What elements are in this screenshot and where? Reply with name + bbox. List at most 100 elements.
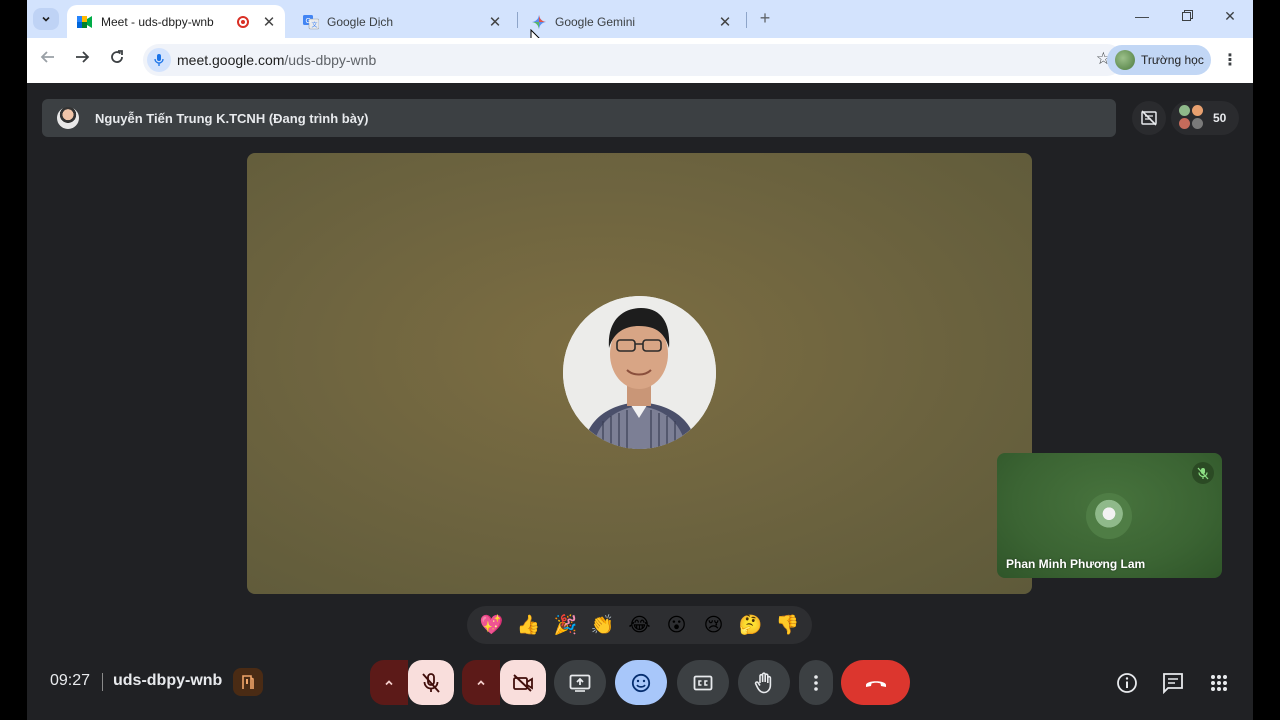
reaction-heart[interactable]: 💖 (476, 613, 508, 637)
camera-off-icon (513, 673, 533, 692)
meet-call-view: Nguyễn Tiến Trung K.TCNH (Đang trình bày… (27, 83, 1253, 720)
toggle-camera-button[interactable] (500, 660, 546, 705)
avatar (57, 107, 79, 129)
arrow-left-icon (40, 51, 54, 63)
meeting-clock: 09:27 (50, 672, 91, 689)
meeting-details-button[interactable] (1114, 670, 1140, 696)
letterbox-right (1253, 0, 1280, 720)
present-screen-button[interactable] (554, 660, 606, 705)
closed-caption-icon (693, 675, 713, 690)
minimize-window-icon[interactable]: — (1132, 8, 1152, 24)
profile-label: Trường học (1141, 53, 1204, 67)
url-path: /uds-dbpy-wnb (284, 52, 377, 68)
tab-title: Google Gemini (555, 14, 636, 29)
svg-text:文: 文 (312, 21, 318, 29)
restore-window-icon[interactable] (1177, 8, 1197, 24)
google-translate-icon: G 文 (303, 14, 319, 30)
microphone-icon[interactable] (147, 48, 171, 72)
profile-button[interactable]: Trường học (1107, 45, 1211, 75)
leave-call-button[interactable] (841, 660, 910, 705)
svg-text:G: G (306, 18, 311, 25)
reaction-surprised[interactable]: 😮 (661, 614, 693, 637)
tab-separator (517, 12, 518, 28)
chat-button[interactable] (1160, 670, 1186, 696)
reaction-thumbs-down[interactable]: 👎 (772, 613, 804, 637)
tab-title: Google Dịch (327, 14, 394, 29)
mic-control-group (370, 660, 454, 705)
divider (102, 673, 103, 691)
hide-tiles-button[interactable] (1132, 101, 1166, 135)
participant-avatars (1179, 105, 1205, 131)
more-options-button[interactable] (799, 660, 833, 705)
back-button[interactable] (37, 49, 59, 71)
browser-window: Meet - uds-dbpy-wnb ✕ G 文 Google Dịch ✕ (27, 0, 1253, 720)
reactions-button[interactable] (615, 660, 667, 705)
presenter-avatar (563, 296, 716, 449)
mic-off-icon (1192, 462, 1214, 484)
reaction-clap[interactable]: 👏 (587, 613, 619, 637)
toggle-mic-button[interactable] (408, 660, 454, 705)
layout-off-icon (1141, 110, 1157, 126)
avatar (1115, 50, 1135, 70)
participant-tile[interactable]: Phan Minh Phương Lam (997, 453, 1222, 578)
tab-search-button[interactable] (33, 8, 59, 30)
tab-google-translate[interactable]: G 文 Google Dịch ✕ (293, 5, 511, 38)
forward-button[interactable] (71, 49, 93, 71)
reload-button[interactable] (106, 49, 128, 71)
reaction-party[interactable]: 🎉 (550, 613, 582, 637)
chevron-up-icon (477, 679, 485, 685)
gemini-icon (531, 14, 547, 30)
reaction-bar: 💖 👍 🎉 👏 😂 😮 😢 🤔 👎 (467, 606, 812, 644)
close-tab-icon[interactable]: ✕ (261, 13, 277, 31)
tab-strip: Meet - uds-dbpy-wnb ✕ G 文 Google Dịch ✕ (27, 0, 1253, 47)
new-tab-button[interactable]: + (754, 8, 776, 29)
meeting-code: uds-dbpy-wnb (113, 672, 223, 689)
camera-options-button[interactable] (462, 660, 500, 705)
tab-google-gemini[interactable]: Google Gemini ✕ (521, 5, 741, 38)
reaction-thumbs-up[interactable]: 👍 (513, 613, 545, 637)
avatar (1086, 493, 1132, 539)
close-window-icon[interactable]: ✕ (1220, 8, 1240, 25)
more-vert-icon (814, 674, 818, 691)
reaction-sad[interactable]: 😢 (698, 614, 730, 637)
info-icon (1117, 673, 1137, 693)
chat-icon (1163, 673, 1183, 694)
participants-button[interactable]: 50 (1171, 101, 1239, 135)
letterbox-left (0, 0, 27, 720)
tab-title: Meet - uds-dbpy-wnb (101, 14, 214, 29)
host-controls-icon[interactable] (233, 668, 263, 696)
main-video-stage (247, 153, 1032, 594)
participant-count: 50 (1213, 111, 1227, 125)
mic-options-button[interactable] (370, 660, 408, 705)
browser-toolbar: meet.google.com/uds-dbpy-wnb ☆ Trường họ… (27, 38, 1253, 83)
address-bar[interactable]: meet.google.com/uds-dbpy-wnb ☆ (143, 44, 1123, 76)
chevron-down-icon (42, 16, 50, 22)
url-text: meet.google.com/uds-dbpy-wnb (177, 52, 376, 68)
reaction-laugh[interactable]: 😂 (624, 614, 656, 637)
present-to-all-icon (569, 674, 591, 692)
recording-indicator-icon (237, 15, 249, 28)
tab-separator (746, 12, 747, 28)
reaction-thinking[interactable]: 🤔 (735, 613, 767, 637)
raise-hand-button[interactable] (738, 660, 790, 705)
apps-grid-icon (1211, 675, 1227, 691)
hand-icon (754, 671, 772, 693)
activities-button[interactable] (1206, 670, 1232, 696)
tab-meet[interactable]: Meet - uds-dbpy-wnb ✕ (67, 5, 285, 38)
mic-off-icon (422, 672, 440, 693)
close-tab-icon[interactable]: ✕ (717, 13, 733, 31)
presenter-banner: Nguyễn Tiến Trung K.TCNH (Đang trình bày… (42, 99, 1116, 137)
reload-icon (111, 50, 123, 63)
browser-menu-icon[interactable]: ⋮ (1222, 50, 1238, 70)
captions-button[interactable] (677, 660, 729, 705)
url-host: meet.google.com (177, 52, 285, 68)
participant-name: Phan Minh Phương Lam (1006, 557, 1146, 571)
emoji-smile-icon (631, 673, 651, 692)
close-tab-icon[interactable]: ✕ (487, 13, 503, 31)
chevron-up-icon (385, 679, 393, 685)
camera-control-group (462, 660, 546, 705)
presenter-label: Nguyễn Tiến Trung K.TCNH (Đang trình bày… (95, 110, 369, 126)
google-meet-icon (77, 14, 93, 30)
arrow-right-icon (76, 51, 90, 63)
call-end-icon (865, 680, 886, 687)
